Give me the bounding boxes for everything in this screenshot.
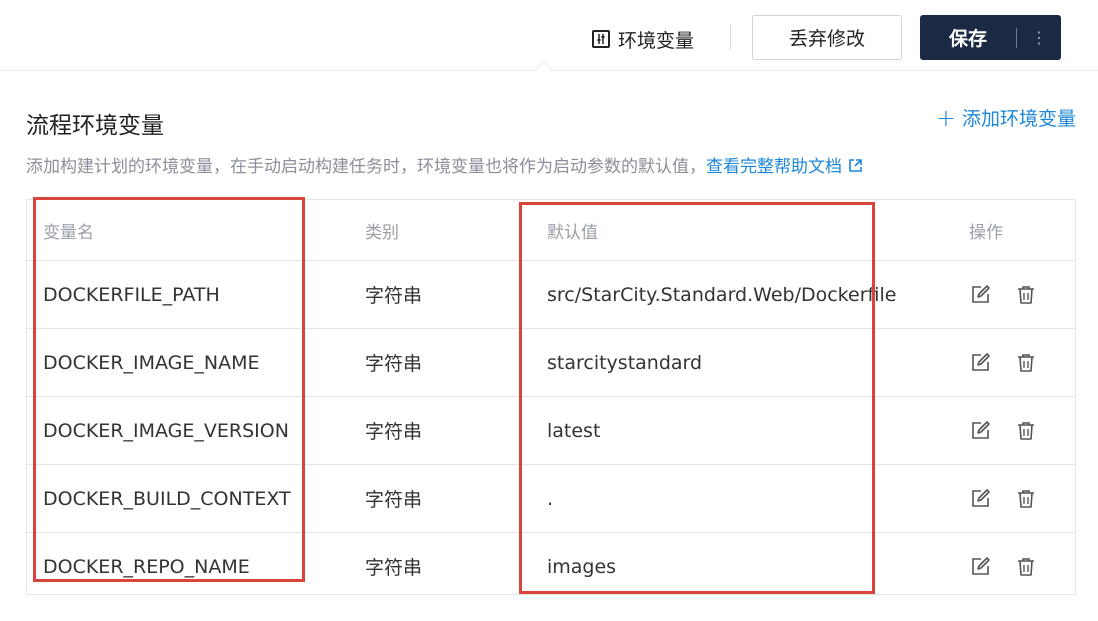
ops-cell xyxy=(969,465,1037,532)
edit-icon[interactable] xyxy=(969,488,991,510)
trash-icon[interactable] xyxy=(1015,284,1037,306)
var-type-cell: 字符串 xyxy=(365,421,423,443)
var-name-cell: DOCKERFILE_PATH xyxy=(43,283,220,306)
edit-icon[interactable] xyxy=(969,352,991,374)
ops-cell xyxy=(969,329,1037,396)
table-row: DOCKERFILE_PATH 字符串 src/StarCity.Standard.… xyxy=(27,261,1075,329)
ops-cell xyxy=(969,397,1037,464)
var-name-cell: DOCKER_IMAGE_VERSION xyxy=(43,419,289,442)
var-name-cell: DOCKER_IMAGE_NAME xyxy=(43,351,260,374)
header-type: 类别 xyxy=(365,222,399,243)
trash-icon[interactable] xyxy=(1015,488,1037,510)
var-name-cell: DOCKER_REPO_NAME xyxy=(43,555,250,578)
toolbar-divider xyxy=(730,24,731,50)
table-row: DOCKER_BUILD_CONTEXT 字符串. xyxy=(27,465,1075,533)
sliders-icon xyxy=(592,30,610,48)
trash-icon[interactable] xyxy=(1015,352,1037,374)
save-button-group: 保存 ⋮ xyxy=(920,15,1061,60)
header-ops: 操作 xyxy=(969,222,1003,243)
more-options-icon[interactable]: ⋮ xyxy=(1017,28,1061,47)
env-vars-label: 环境变量 xyxy=(618,29,695,52)
discard-changes-button[interactable]: 丢弃修改 xyxy=(752,15,902,60)
table-row: DOCKER_IMAGE_NAME 字符串 starcitystandard xyxy=(27,329,1075,397)
plus-icon: + xyxy=(935,103,956,132)
top-toolbar: 环境变量 丢弃修改 保存 ⋮ xyxy=(0,0,1098,71)
header-default: 默认值 xyxy=(547,222,598,243)
header-name: 变量名 xyxy=(43,222,94,243)
edit-icon[interactable] xyxy=(969,556,991,578)
section-title: 流程环境变量 xyxy=(26,113,164,139)
table-header: 变量名 类别 默认值 操作 xyxy=(27,200,1075,261)
section-description: 添加构建计划的环境变量，在手动启动构建任务时，环境变量也将作为启动参数的默认值，… xyxy=(26,152,863,178)
var-default-cell: src/StarCity.Standard.Web/Dockerfile xyxy=(547,283,897,306)
var-default-cell: images xyxy=(547,555,617,578)
var-name-cell: DOCKER_BUILD_CONTEXT xyxy=(43,487,291,510)
var-type-cell: 字符串 xyxy=(365,353,423,375)
var-type-cell: 字符串 xyxy=(365,557,423,579)
env-vars-tab[interactable]: 环境变量 xyxy=(592,24,694,54)
help-doc-link-label: 查看完整帮助文档 xyxy=(706,157,842,177)
var-type-cell: 字符串 xyxy=(365,489,423,511)
edit-icon[interactable] xyxy=(969,284,991,306)
var-default-cell: . xyxy=(547,487,554,510)
table-row: DOCKER_REPO_NAME 字符串 images xyxy=(27,533,1075,600)
add-env-var-button[interactable]: + 添加环境变量 xyxy=(936,104,1076,131)
ops-cell xyxy=(969,533,1037,600)
var-type-cell: 字符串 xyxy=(365,285,423,307)
trash-icon[interactable] xyxy=(1015,420,1037,442)
edit-icon[interactable] xyxy=(969,420,991,442)
table-row: DOCKER_IMAGE_VERSION 字符串 latest xyxy=(27,397,1075,465)
var-default-cell: latest xyxy=(547,419,601,442)
ops-cell xyxy=(969,261,1037,328)
help-doc-link[interactable]: 查看完整帮助文档 xyxy=(706,157,863,177)
external-link-icon xyxy=(848,158,863,178)
save-button[interactable]: 保存 xyxy=(920,24,1016,51)
env-vars-table: 变量名 类别 默认值 操作 DOCKERFILE_PATH 字符串 src/Star… xyxy=(26,199,1076,595)
trash-icon[interactable] xyxy=(1015,556,1037,578)
table-body: DOCKERFILE_PATH 字符串 src/StarCity.Standard.… xyxy=(27,261,1075,600)
description-text: 添加构建计划的环境变量，在手动启动构建任务时，环境变量也将作为启动参数的默认值， xyxy=(26,157,706,177)
add-env-var-label: 添加环境变量 xyxy=(961,108,1076,130)
var-default-cell: starcitystandard xyxy=(547,351,703,374)
